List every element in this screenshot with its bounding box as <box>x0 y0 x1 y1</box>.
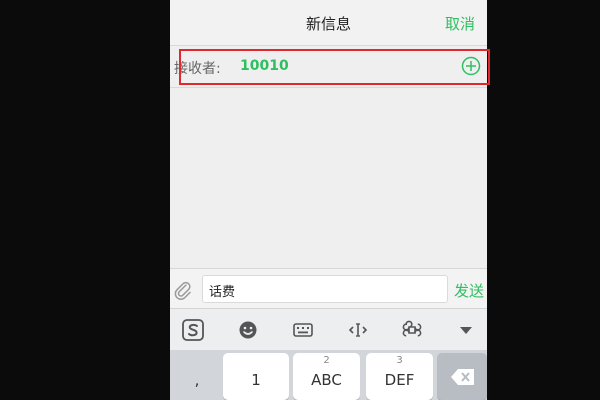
plus-circle-icon[interactable] <box>461 56 481 76</box>
compose-bar: 话费 发送 <box>170 268 487 309</box>
key-label: ABC <box>311 371 342 389</box>
cancel-button[interactable]: 取消 <box>445 13 475 34</box>
key-number: 3 <box>396 355 403 366</box>
delete-key[interactable] <box>437 353 487 400</box>
key-3-def[interactable]: 3 DEF <box>366 353 433 400</box>
keyboard: , 1 2 ABC 3 DEF <box>170 350 487 400</box>
key-number: 2 <box>323 355 330 366</box>
keyboard-toolbar <box>170 308 487 351</box>
recipient-value[interactable]: 10010 <box>240 58 289 74</box>
phone-screen: 新信息 取消 接收者: 10010 话费 发送 , 1 2 ABC 3 DEF <box>170 0 487 400</box>
key-comma[interactable]: , <box>174 353 220 400</box>
cursor-move-icon[interactable] <box>347 319 369 341</box>
collapse-keyboard-icon[interactable] <box>455 319 477 341</box>
key-2-abc[interactable]: 2 ABC <box>293 353 360 400</box>
paperclip-icon[interactable] <box>172 279 194 301</box>
emoji-icon[interactable] <box>237 319 259 341</box>
keyboard-icon[interactable] <box>292 319 314 341</box>
key-1[interactable]: 1 <box>223 353 289 400</box>
key-label: DEF <box>384 371 415 389</box>
message-input[interactable]: 话费 <box>202 275 448 303</box>
page-title: 新信息 <box>305 15 351 33</box>
sogou-logo-icon[interactable] <box>182 319 204 341</box>
key-label: 1 <box>251 371 261 389</box>
send-button[interactable]: 发送 <box>454 280 484 301</box>
recipient-row[interactable]: 接收者: 10010 <box>170 46 487 88</box>
key-label: , <box>194 371 200 389</box>
backspace-icon <box>451 369 474 385</box>
recipient-label: 接收者: <box>174 61 221 77</box>
command-icon[interactable] <box>401 319 423 341</box>
header-bar: 新信息 取消 <box>170 0 487 46</box>
